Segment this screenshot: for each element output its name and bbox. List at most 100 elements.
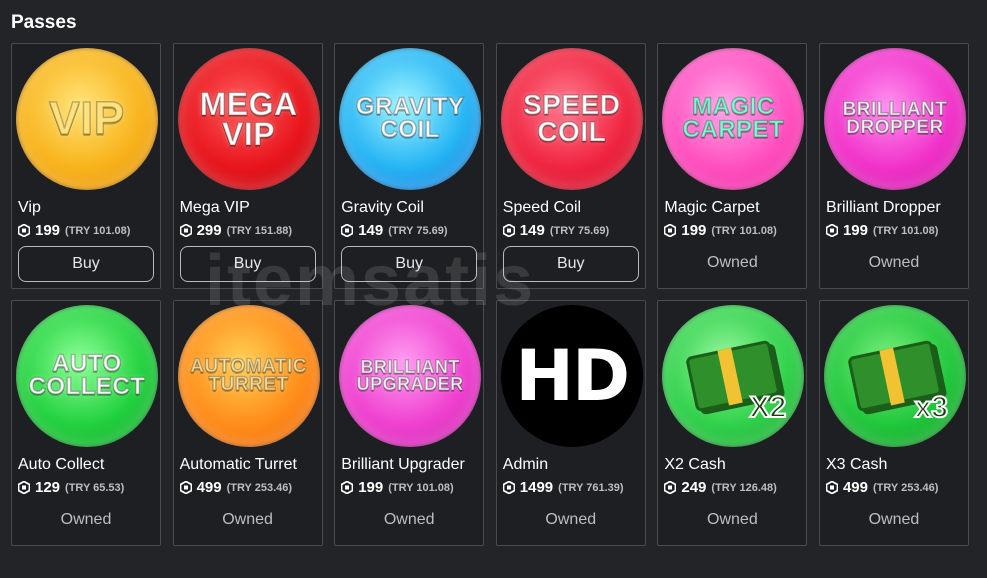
price-local: (TRY 253.46)	[226, 481, 293, 494]
price-row: 1499 (TRY 761.39)	[502, 479, 624, 496]
auto-collect-thumbnail[interactable]: AUTO COLLECT	[16, 305, 158, 447]
section-title: Passes	[11, 12, 77, 33]
price-row: 149 (TRY 75.69)	[502, 222, 609, 239]
pass-card-auto-collect[interactable]: AUTO COLLECT Auto Collect 129 (TRY 65.53…	[11, 300, 161, 546]
owned-status: Owned	[222, 511, 273, 528]
robux-icon	[825, 481, 838, 494]
price-robux: 199	[358, 479, 384, 496]
owned-status: Owned	[383, 511, 435, 528]
price-row: 199 (TRY 101.08)	[664, 222, 777, 239]
buy-button[interactable]: Buy	[502, 246, 639, 282]
thumbnail-art-text: AUTO COLLECT	[28, 350, 146, 400]
thumbnail-art-text: GRAVITY COIL	[355, 93, 465, 143]
robux-icon	[502, 224, 515, 237]
owned-status: Owned	[868, 254, 920, 271]
gravity-coil-thumbnail[interactable]: GRAVITY COIL	[339, 48, 482, 190]
price-row: 199 (TRY 101.08)	[18, 222, 130, 239]
robux-icon	[341, 224, 354, 237]
mega-vip-thumbnail[interactable]: MEGA VIP	[177, 48, 320, 190]
robux-icon	[179, 224, 192, 237]
brilliant-dropper-thumbnail[interactable]: BRILLIANT DROPPER	[823, 48, 966, 190]
x2-cash-thumbnail[interactable]: X2	[662, 305, 805, 447]
admin-thumbnail[interactable]: HD	[500, 305, 643, 447]
robux-icon	[502, 481, 515, 494]
price-local: (TRY 761.39)	[558, 481, 624, 494]
price-robux: 199	[681, 222, 707, 239]
pass-card-vip[interactable]: VIP Vip 199 (TRY 101.08) Buy	[11, 43, 161, 289]
pass-name[interactable]: Brilliant Dropper	[826, 199, 941, 217]
price-local: (TRY 65.53)	[65, 481, 125, 494]
pass-name[interactable]: Magic Carpet	[664, 199, 759, 217]
thumbnail-art-text: AUTOMATIC TURRET	[189, 355, 307, 395]
pass-name[interactable]: Vip	[18, 199, 41, 217]
price-robux: 299	[196, 222, 222, 239]
pass-card-mega-vip[interactable]: MEGA VIP Mega VIP 299 (TRY 151.88) Buy	[172, 43, 323, 289]
thumbnail-art-text: BRILLIANT DROPPER	[842, 98, 948, 138]
pass-card-x3-cash[interactable]: x3 X3 Cash 499 (TRY 253.46) Owned	[818, 300, 969, 546]
price-robux: 149	[358, 222, 384, 239]
owned-status: Owned	[707, 511, 758, 528]
buy-button[interactable]: Buy	[341, 246, 478, 282]
price-row: 299 (TRY 151.88)	[179, 222, 293, 239]
robux-icon	[18, 224, 30, 237]
pass-card-gravity-coil[interactable]: GRAVITY COIL Gravity Coil 149 (TRY 75.69…	[334, 43, 485, 289]
owned-status: Owned	[868, 511, 920, 528]
price-robux: 499	[196, 479, 222, 496]
price-row: 499 (TRY 253.46)	[825, 479, 938, 496]
price-row: 499 (TRY 253.46)	[179, 479, 293, 496]
price-robux: 249	[681, 479, 707, 496]
thumbnail-art-text: MAGIC CARPET	[682, 93, 785, 143]
pass-card-admin[interactable]: HD Admin 1499 (TRY 761.39) Owned	[495, 300, 646, 546]
robux-icon	[825, 224, 838, 237]
speed-coil-thumbnail[interactable]: SPEED COIL	[500, 48, 643, 190]
price-robux: 199	[35, 222, 61, 239]
price-robux: 499	[842, 479, 868, 496]
price-local: (TRY 151.88)	[226, 224, 293, 237]
pass-name[interactable]: Admin	[503, 456, 548, 474]
pass-card-x2-cash[interactable]: X2 X2 Cash 249 (TRY 126.48) Owned	[657, 300, 808, 546]
automatic-turret-thumbnail[interactable]: AUTOMATIC TURRET	[177, 305, 320, 447]
pass-name[interactable]: Mega VIP	[180, 199, 250, 217]
buy-button[interactable]: Buy	[18, 246, 154, 282]
robux-icon	[664, 224, 677, 237]
pass-name[interactable]: Automatic Turret	[180, 456, 297, 474]
owned-status: Owned	[707, 254, 758, 271]
magic-carpet-thumbnail[interactable]: MAGIC CARPET	[662, 48, 805, 190]
robux-icon	[179, 481, 192, 494]
price-local: (TRY 75.69)	[388, 224, 448, 237]
pass-name[interactable]: Brilliant Upgrader	[341, 456, 465, 474]
thumbnail-art-text: X2	[749, 390, 788, 425]
pass-card-brilliant-upgrader[interactable]: BRILLIANT UPGRADER Brilliant Upgrader 19…	[334, 300, 485, 546]
pass-card-automatic-turret[interactable]: AUTOMATIC TURRET Automatic Turret 499 (T…	[172, 300, 323, 546]
price-row: 249 (TRY 126.48)	[664, 479, 777, 496]
price-robux: 199	[842, 222, 868, 239]
price-robux: 1499	[519, 479, 554, 496]
thumbnail-art-text: BRILLIANT UPGRADER	[356, 356, 464, 394]
pass-name[interactable]: Gravity Coil	[341, 199, 424, 217]
owned-status: Owned	[60, 511, 112, 528]
brilliant-upgrader-thumbnail[interactable]: BRILLIANT UPGRADER	[339, 305, 482, 447]
vip-thumbnail[interactable]: VIP	[16, 48, 158, 190]
pass-name[interactable]: Speed Coil	[503, 199, 581, 217]
price-robux: 149	[519, 222, 545, 239]
price-row: 199 (TRY 101.08)	[341, 479, 454, 496]
price-row: 199 (TRY 101.08)	[825, 222, 939, 239]
pass-card-speed-coil[interactable]: SPEED COIL Speed Coil 149 (TRY 75.69) Bu…	[495, 43, 646, 289]
price-local: (TRY 101.08)	[711, 224, 777, 237]
pass-card-brilliant-dropper[interactable]: BRILLIANT DROPPER Brilliant Dropper 199 …	[818, 43, 969, 289]
price-row: 129 (TRY 65.53)	[18, 479, 124, 496]
pass-name[interactable]: X2 Cash	[664, 456, 725, 474]
thumbnail-art-text: x3	[914, 390, 949, 425]
robux-icon	[18, 481, 30, 494]
price-local: (TRY 101.08)	[65, 224, 131, 237]
pass-name[interactable]: Auto Collect	[18, 456, 104, 474]
pass-card-magic-carpet[interactable]: MAGIC CARPET Magic Carpet 199 (TRY 101.0…	[657, 43, 808, 289]
thumbnail-art-text: VIP	[48, 92, 125, 145]
pass-name[interactable]: X3 Cash	[826, 456, 887, 474]
thumbnail-art-text: HD	[515, 335, 630, 417]
x3-cash-thumbnail[interactable]: x3	[823, 305, 966, 447]
buy-button[interactable]: Buy	[179, 246, 316, 282]
price-local: (TRY 126.48)	[711, 481, 777, 494]
owned-status: Owned	[545, 511, 597, 528]
price-local: (TRY 101.08)	[873, 224, 939, 237]
